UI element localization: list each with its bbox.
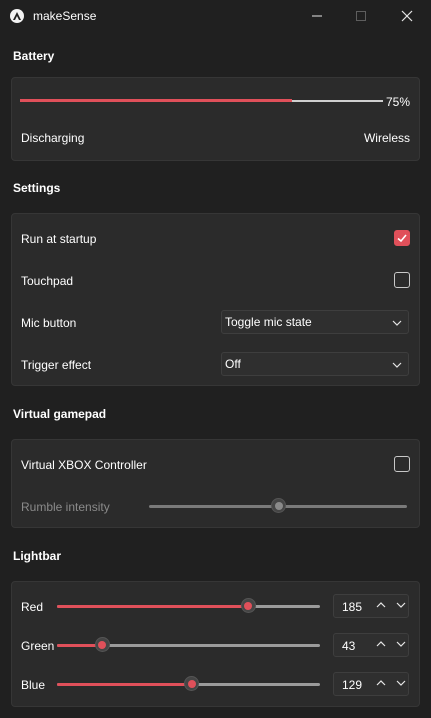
red-value-spinbox[interactable]: 185 — [333, 594, 409, 618]
chevron-down-icon[interactable] — [395, 677, 407, 689]
slider-fill — [57, 683, 192, 686]
battery-connection: Wireless — [363, 131, 410, 145]
lightbar-heading: Lightbar — [13, 549, 61, 563]
maximize-icon — [356, 11, 366, 21]
rumble-intensity-label: Rumble intensity — [21, 500, 110, 514]
battery-card: 75% Discharging Wireless — [11, 77, 420, 161]
app-logo-icon — [10, 9, 24, 23]
slider-thumb[interactable] — [184, 676, 200, 691]
window-title: makeSense — [33, 9, 97, 23]
trigger-effect-label: Trigger effect — [21, 358, 92, 372]
green-label: Green — [21, 639, 55, 653]
touchpad-checkbox[interactable] — [394, 272, 410, 288]
close-icon — [401, 10, 413, 22]
virtual-gamepad-card: Virtual XBOX Controller Rumble intensity — [11, 439, 420, 528]
battery-level-label: 75% — [385, 95, 410, 109]
green-value-spinbox[interactable]: 43 — [333, 633, 409, 657]
trigger-effect-value: Off — [225, 357, 241, 371]
minimize-button[interactable] — [294, 0, 340, 32]
blue-slider[interactable] — [57, 676, 320, 692]
minimize-icon — [312, 15, 322, 17]
virtual-xbox-controller-checkbox[interactable] — [394, 456, 410, 472]
virtual-gamepad-heading: Virtual gamepad — [13, 407, 107, 421]
green-slider[interactable] — [57, 637, 320, 653]
chevron-down-icon — [392, 320, 402, 326]
slider-thumb[interactable] — [240, 598, 256, 613]
mic-button-value: Toggle mic state — [225, 315, 312, 329]
chevron-up-icon[interactable] — [375, 638, 387, 650]
slider-thumb[interactable] — [271, 498, 286, 513]
battery-level-bar — [20, 99, 383, 102]
trigger-effect-select[interactable]: Off — [221, 352, 409, 376]
battery-level-fill — [20, 99, 293, 102]
red-label: Red — [21, 600, 44, 614]
battery-heading: Battery — [13, 49, 55, 63]
green-value: 43 — [342, 639, 356, 653]
slider-fill — [57, 605, 248, 608]
lightbar-card: Red 185 Green 43 Blue 129 — [11, 581, 420, 707]
run-at-startup-label: Run at startup — [21, 232, 97, 246]
mic-button-select[interactable]: Toggle mic state — [221, 310, 409, 334]
rumble-intensity-slider[interactable] — [149, 498, 407, 514]
chevron-up-icon[interactable] — [375, 677, 387, 689]
settings-heading: Settings — [13, 181, 61, 195]
chevron-up-icon[interactable] — [375, 599, 387, 611]
red-slider[interactable] — [57, 598, 320, 614]
mic-button-label: Mic button — [21, 316, 77, 330]
slider-thumb[interactable] — [94, 637, 110, 652]
chevron-down-icon[interactable] — [395, 638, 407, 650]
checkmark-icon — [397, 234, 407, 243]
touchpad-label: Touchpad — [21, 274, 74, 288]
blue-value-spinbox[interactable]: 129 — [333, 672, 409, 696]
battery-status: Discharging — [21, 131, 85, 145]
chevron-down-icon[interactable] — [395, 599, 407, 611]
red-value: 185 — [342, 600, 363, 614]
title-bar: makeSense — [0, 0, 431, 32]
maximize-button — [338, 0, 384, 32]
close-button[interactable] — [384, 0, 430, 32]
blue-value: 129 — [342, 678, 363, 692]
run-at-startup-checkbox[interactable] — [394, 230, 410, 246]
blue-label: Blue — [21, 678, 46, 692]
virtual-xbox-controller-label: Virtual XBOX Controller — [21, 458, 147, 472]
chevron-down-icon — [392, 362, 402, 368]
settings-card: Run at startup Touchpad Mic button Toggl… — [11, 213, 420, 386]
